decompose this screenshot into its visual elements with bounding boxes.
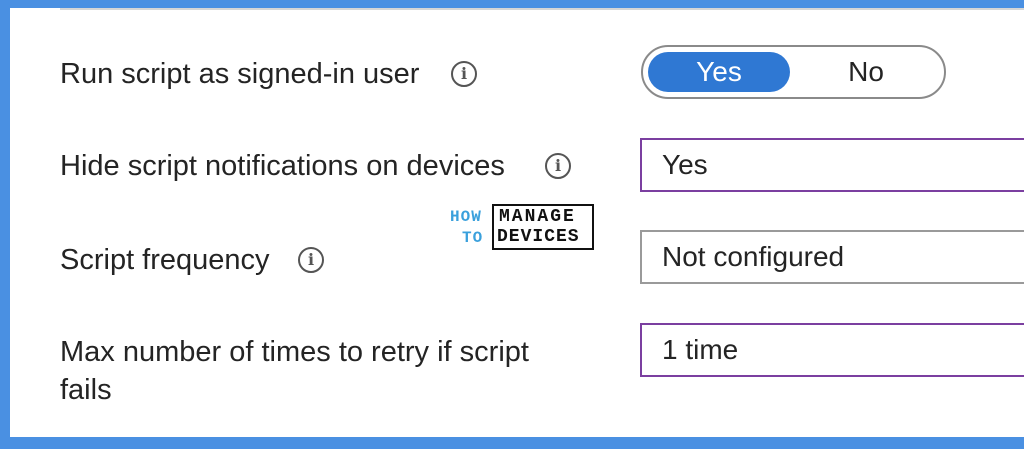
hide-notifications-dropdown[interactable]: Yes	[640, 138, 1024, 192]
how-to-manage-devices-logo: HOW TO MANAGE DEVICES	[448, 204, 596, 254]
run-as-user-label: Run script as signed-in user	[60, 58, 420, 90]
logo-devices-text: DEVICES	[497, 227, 580, 247]
top-divider	[60, 8, 1024, 10]
toggle-no-option[interactable]: No	[795, 52, 937, 92]
logo-how-text: HOW	[450, 208, 482, 226]
logo-to-text: TO	[462, 229, 484, 247]
toggle-yes-option[interactable]: Yes	[648, 52, 790, 92]
hide-notifications-label: Hide script notifications on devices	[60, 150, 505, 182]
script-frequency-dropdown[interactable]: Not configured	[640, 230, 1024, 284]
max-retries-dropdown[interactable]: 1 time	[640, 323, 1024, 377]
logo-box: MANAGE DEVICES	[492, 204, 594, 250]
info-icon[interactable]: i	[298, 247, 324, 273]
info-icon[interactable]: i	[451, 61, 477, 87]
logo-manage-text: MANAGE	[499, 207, 576, 227]
script-frequency-label: Script frequency	[60, 244, 270, 276]
max-retries-label: Max number of times to retry if script f…	[60, 336, 529, 406]
settings-panel: Run script as signed-in user i Yes No Hi…	[10, 8, 1024, 437]
info-icon[interactable]: i	[545, 153, 571, 179]
run-as-user-toggle[interactable]: Yes No	[641, 45, 946, 99]
